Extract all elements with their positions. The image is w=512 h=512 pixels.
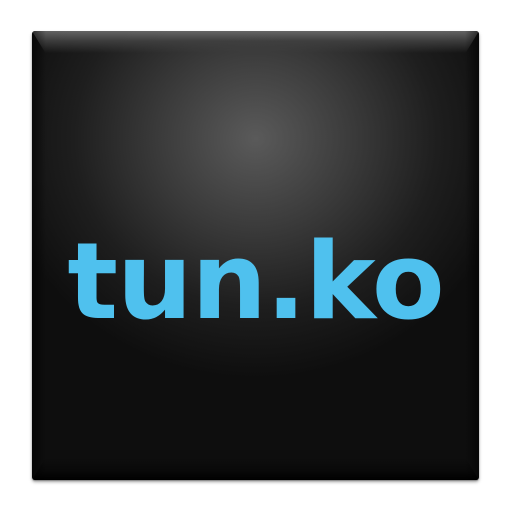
app-icon[interactable]: tun.ko bbox=[0, 0, 512, 512]
app-icon-tile: tun.ko bbox=[32, 31, 479, 480]
tile-top-bevel bbox=[32, 31, 479, 53]
tile-bottom-bevel bbox=[32, 458, 479, 480]
logo-text: tun.ko bbox=[67, 220, 444, 343]
